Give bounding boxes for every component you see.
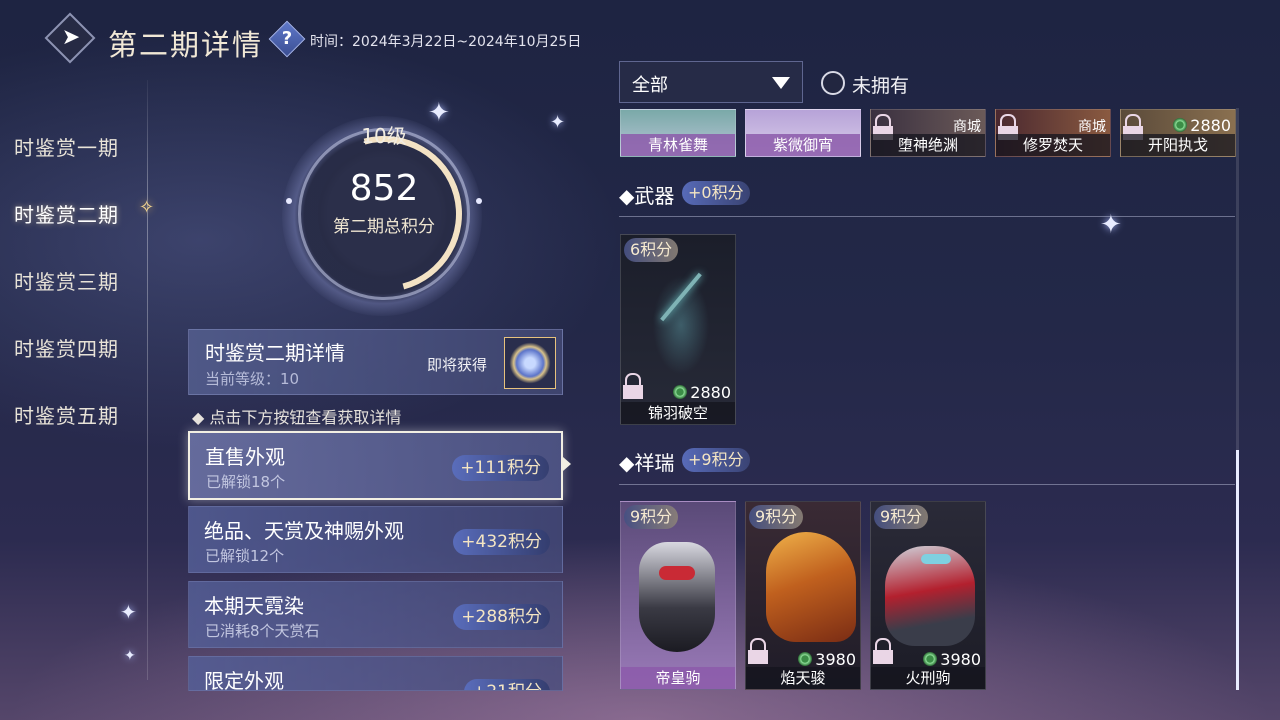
total-score: 852 <box>349 168 419 209</box>
lock-icon <box>623 385 643 399</box>
category-title: 限定外观 <box>204 669 284 691</box>
hint-text: ◆ 点击下方按钮查看获取详情 <box>192 408 402 427</box>
item-price: 2880 <box>1173 116 1231 135</box>
sparkle-icon: ✦ <box>120 600 137 624</box>
item-card[interactable]: 9积分 3980 焰天骏 <box>745 501 861 690</box>
active-marker-icon: ✧ <box>139 197 155 218</box>
category-sub: 已解锁18个 <box>206 473 286 491</box>
lock-icon <box>748 650 768 664</box>
section-divider <box>619 484 1235 485</box>
sparkle-icon: ✦ <box>550 112 566 133</box>
total-score-label: 第二期总积分 <box>333 217 435 237</box>
category-points: +111积分 <box>452 455 549 481</box>
item-card[interactable]: 9积分 3980 火刑驹 <box>870 501 986 690</box>
period-nav-divider <box>147 80 148 680</box>
category-title: 直售外观 <box>205 445 285 469</box>
shop-tag: 商城 <box>1078 119 1106 135</box>
mount-detail <box>921 554 951 564</box>
item-card[interactable]: 9积分 帝皇驹 <box>620 501 736 690</box>
sparkle-icon: ✦ <box>1100 210 1122 240</box>
item-card[interactable]: 紫微御宵 <box>745 109 861 157</box>
selected-arrow-icon <box>563 457 571 471</box>
period-tab-3[interactable]: 时鉴赏三期 <box>14 266 119 295</box>
page-title: 第二期详情 <box>108 28 264 62</box>
item-name: 焰天骏 <box>746 667 860 689</box>
ring-dot <box>286 198 292 204</box>
item-points-badge: 9积分 <box>874 505 929 529</box>
category-dye[interactable]: 本期天霓染 已消耗8个天赏石 +288积分 <box>188 581 563 648</box>
category-premium[interactable]: 绝品、天赏及神赐外观 已解锁12个 +432积分 <box>188 506 563 573</box>
category-limited[interactable]: 限定外观 +21积分 <box>188 656 563 691</box>
period-tab-2[interactable]: 时鉴赏二期 <box>14 199 119 228</box>
category-direct-sale[interactable]: 直售外观 已解锁18个 +111积分 <box>188 431 563 500</box>
item-name: 锦羽破空 <box>621 402 735 424</box>
jade-coin-icon <box>673 385 688 399</box>
item-card[interactable]: 商城 修罗焚天 <box>995 109 1111 157</box>
filter-dropdown[interactable]: 全部 <box>619 61 803 103</box>
mount-detail <box>659 566 695 580</box>
item-name: 开阳执戈 <box>1121 134 1235 156</box>
mount-image <box>766 532 856 642</box>
item-card[interactable]: 6积分 2880 锦羽破空 <box>620 234 736 425</box>
question-icon[interactable]: ? <box>274 26 300 52</box>
item-name: 修罗焚天 <box>996 134 1110 156</box>
not-owned-radio[interactable] <box>821 71 845 95</box>
section-title-mount: ◆祥瑞 <box>619 451 675 475</box>
category-points: +432积分 <box>453 529 550 555</box>
weapon-image <box>660 272 702 322</box>
mount-image <box>639 542 715 652</box>
item-card[interactable]: 青林雀舞 <box>620 109 736 157</box>
section-divider <box>619 216 1235 217</box>
soon-label: 即将获得 <box>427 356 488 374</box>
jade-coin-icon <box>798 652 813 666</box>
not-owned-label[interactable]: 未拥有 <box>852 71 909 98</box>
event-time: 时间：2024年3月22日~2024年10月25日 <box>310 34 582 50</box>
section-points: +0积分 <box>682 181 750 205</box>
item-name: 青林雀舞 <box>621 134 735 156</box>
item-name: 帝皇驹 <box>621 667 735 689</box>
section-points: +9积分 <box>682 448 750 472</box>
section-title-weapon: ◆武器 <box>619 184 675 208</box>
level-text: 10级 <box>361 124 407 148</box>
item-card[interactable]: 2880 开阳执戈 <box>1120 109 1236 157</box>
item-card[interactable]: 商城 堕神绝渊 <box>870 109 986 157</box>
item-price: 2880 <box>673 383 731 402</box>
caret-down-icon <box>772 77 790 89</box>
category-points: +288积分 <box>453 604 550 630</box>
scrollbar-thumb[interactable] <box>1236 450 1239 690</box>
category-title: 绝品、天赏及神赐外观 <box>204 519 404 543</box>
filter-value: 全部 <box>632 75 668 96</box>
category-points: +21积分 <box>464 679 550 690</box>
jade-coin-icon <box>923 652 938 666</box>
item-name: 火刑驹 <box>871 667 985 689</box>
ring-dot <box>476 198 482 204</box>
period-detail-card[interactable]: 时鉴赏二期详情 当前等级：10 即将获得 <box>188 329 563 395</box>
shop-tag: 商城 <box>953 119 981 135</box>
item-name: 堕神绝渊 <box>871 134 985 156</box>
jade-coin-icon <box>1173 118 1188 132</box>
current-level: 当前等级：10 <box>205 370 300 388</box>
category-sub: 已解锁12个 <box>205 547 285 565</box>
category-sub: 已消耗8个天赏石 <box>205 622 320 640</box>
upcoming-reward-icon[interactable] <box>504 337 556 389</box>
sparkle-icon: ✦ <box>124 648 136 664</box>
item-points-badge: 9积分 <box>624 505 679 529</box>
item-name: 紫微御宵 <box>746 134 860 156</box>
lock-icon <box>873 650 893 664</box>
period-tab-5[interactable]: 时鉴赏五期 <box>14 400 119 429</box>
item-points-badge: 9积分 <box>749 505 804 529</box>
period-tab-4[interactable]: 时鉴赏四期 <box>14 333 119 362</box>
category-title: 本期天霓染 <box>204 594 304 618</box>
period-tab-1[interactable]: 时鉴赏一期 <box>14 132 119 161</box>
detail-title: 时鉴赏二期详情 <box>205 341 345 365</box>
back-arrow-icon[interactable]: ➤ <box>55 24 87 52</box>
item-points-badge: 6积分 <box>624 238 679 262</box>
